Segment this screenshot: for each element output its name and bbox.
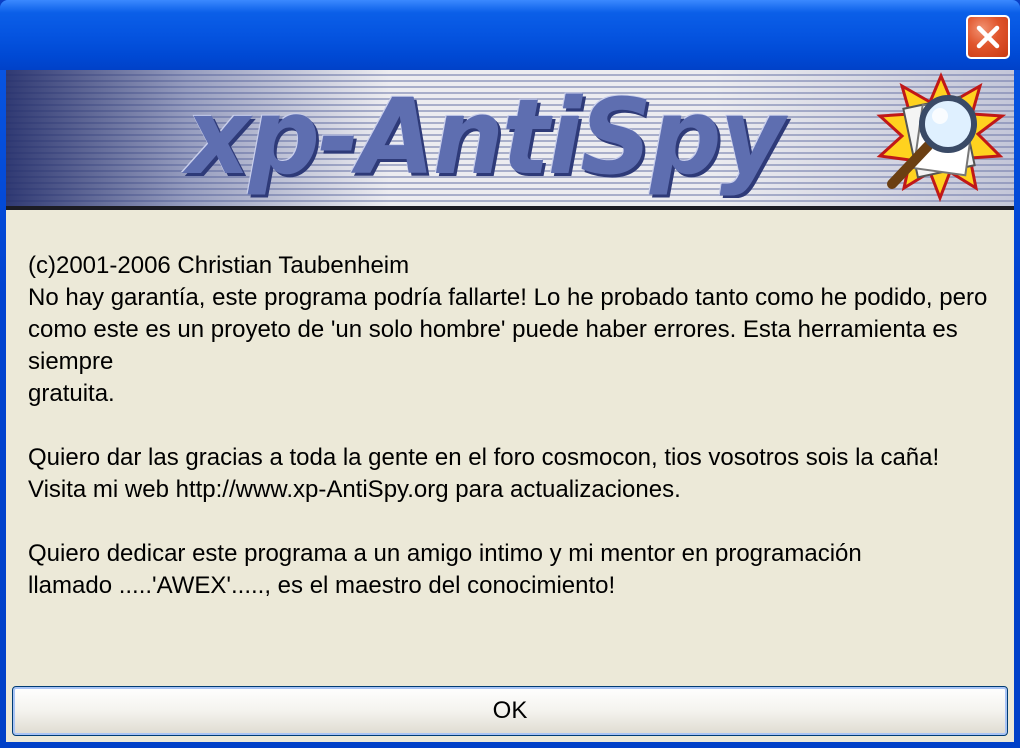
message-line: llamado .....'AWEX'....., es el maestro … xyxy=(28,572,616,599)
title-bar[interactable] xyxy=(0,0,1020,70)
close-button[interactable] xyxy=(966,15,1010,59)
message-line: gratuita. xyxy=(28,380,115,407)
magnifier-logo-icon xyxy=(876,72,1006,202)
message-line: Quiero dar las gracias a toda la gente e… xyxy=(28,444,940,471)
message-line: Quiero dedicar este programa a un amigo … xyxy=(28,540,862,567)
banner-title: xp-AntiSpy xyxy=(186,76,785,198)
close-icon xyxy=(976,25,1000,49)
website-line: Visita mi web http://www.xp-AntiSpy.org … xyxy=(28,476,681,503)
ok-button[interactable]: OK xyxy=(12,686,1008,736)
message-line: No hay garantía, este programa podría fa… xyxy=(28,284,988,311)
header-banner: xp-AntiSpy xyxy=(6,70,1014,210)
message-text: (c)2001-2006 Christian Taubenheim No hay… xyxy=(28,250,998,602)
dialog-client-area: xp-AntiSpy (c)2001-2006 Christian Tauben… xyxy=(6,70,1014,742)
message-line: como este es un proyeto de 'un solo homb… xyxy=(28,316,958,375)
copyright-line: (c)2001-2006 Christian Taubenheim xyxy=(28,252,410,279)
about-dialog: xp-AntiSpy (c)2001-2006 Christian Tauben… xyxy=(0,0,1020,748)
